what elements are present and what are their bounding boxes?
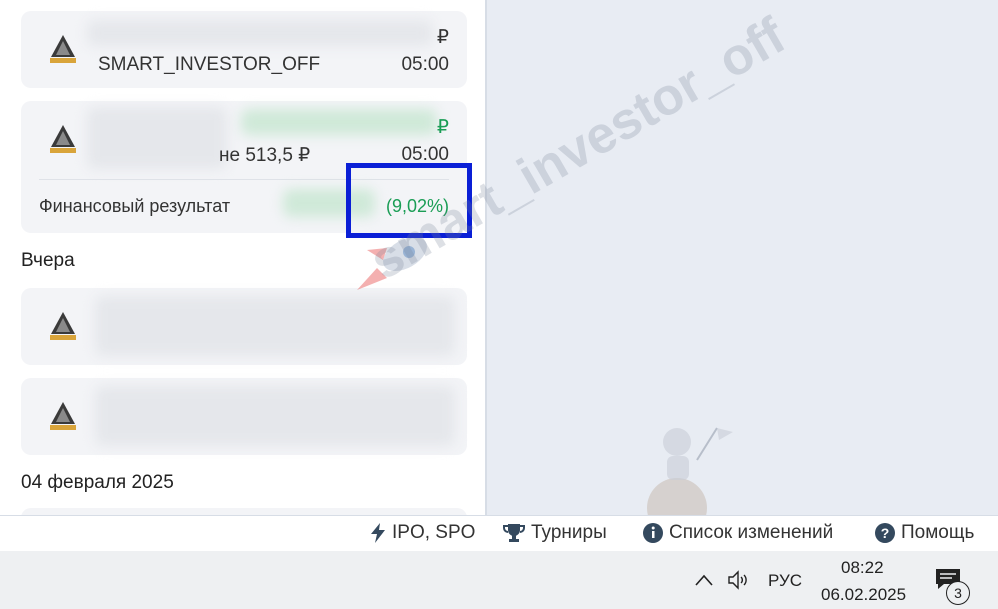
blurred-content (87, 107, 227, 169)
changelog-label: Список изменений (669, 522, 834, 543)
info-icon (643, 523, 663, 543)
rocket-icon (357, 236, 427, 290)
blurred-content (87, 20, 433, 46)
volume-icon[interactable] (727, 570, 751, 590)
svg-text:?: ? (881, 525, 890, 541)
help-link[interactable]: ? Помощь (875, 522, 974, 544)
language-indicator[interactable]: РУС (768, 571, 802, 591)
changelog-link[interactable]: Список изменений (643, 522, 833, 544)
tournaments-label: Турниры (531, 522, 607, 543)
astronaut-icon (647, 427, 733, 515)
trophy-icon (503, 524, 525, 542)
footer-bar: IPO, SPO Турниры Список изменений ? Помо… (0, 515, 998, 552)
ipo-spo-label: IPO, SPO (392, 522, 476, 543)
section-yesterday: Вчера (21, 250, 75, 271)
operation-card[interactable] (21, 378, 467, 455)
operation-card[interactable] (21, 508, 467, 515)
help-label: Помощь (901, 522, 975, 543)
operation-price: не 513,5 ₽ (219, 145, 311, 166)
main-area (357, 0, 998, 515)
section-feb4: 04 февраля 2025 (21, 472, 174, 493)
operation-ticker: SMART_INVESTOR_OFF (98, 54, 321, 75)
asset-logo-icon (50, 35, 76, 63)
blurred-content (95, 386, 455, 446)
lightning-icon (371, 523, 385, 543)
financial-result-label: Финансовый результат (39, 196, 231, 216)
clock-time[interactable]: 08:22 (841, 558, 884, 578)
asset-logo-icon (50, 312, 76, 340)
operation-time: 05:00 (401, 54, 449, 75)
notification-center-button[interactable]: 3 (934, 567, 974, 607)
taskbar: РУС 08:22 06.02.2025 3 (0, 551, 998, 609)
chevron-up-icon[interactable] (694, 573, 714, 587)
result-highlight-box (346, 163, 472, 238)
tournaments-link[interactable]: Турниры (503, 522, 607, 544)
asset-logo-icon (50, 402, 76, 430)
ipo-spo-link[interactable]: IPO, SPO (370, 522, 475, 544)
operation-card[interactable] (21, 288, 467, 365)
asset-logo-icon (50, 125, 76, 153)
blurred-amount (241, 109, 437, 135)
notification-count-badge: 3 (946, 581, 970, 605)
blurred-content (95, 296, 455, 356)
clock-date[interactable]: 06.02.2025 (821, 585, 906, 605)
amount-currency: ₽ (436, 27, 449, 48)
operation-card[interactable]: ₽ SMART_INVESTOR_OFF 05:00 (21, 11, 467, 88)
amount-currency: ₽ (436, 117, 449, 138)
help-icon: ? (875, 523, 895, 543)
